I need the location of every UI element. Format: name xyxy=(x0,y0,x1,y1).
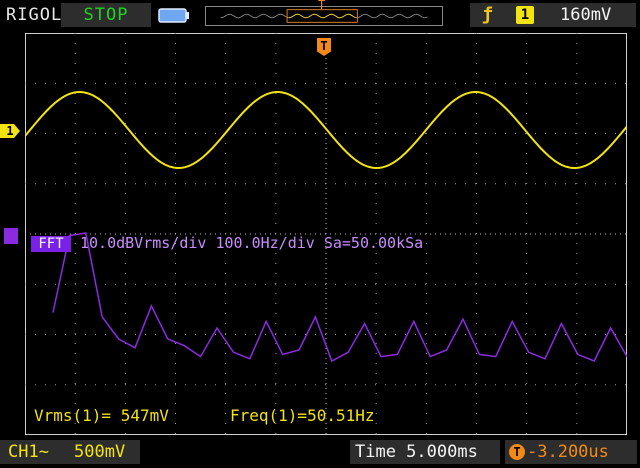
trigger-level: 160mV xyxy=(560,5,612,25)
timebase-value: Time 5.000ms xyxy=(355,442,478,462)
trigger-offset-settings[interactable]: T -3.200us xyxy=(505,440,637,464)
trigger-source-badge: 1 xyxy=(516,6,534,24)
brand-label: RIGOL xyxy=(6,5,63,25)
trigger-offset-value: -3.200us xyxy=(527,442,609,462)
fft-spectrum xyxy=(52,232,627,363)
trigger-position-marker: T xyxy=(318,0,326,12)
run-stop-status[interactable]: STOP xyxy=(61,3,151,27)
rising-edge-icon: ƒ xyxy=(482,4,493,25)
ch1-settings[interactable]: CH1~ 500mV xyxy=(0,440,140,464)
battery-icon xyxy=(158,8,189,23)
timebase-settings[interactable]: Time 5.000ms xyxy=(350,440,500,464)
vrms-measurement: Vrms(1)= 547mV xyxy=(34,406,169,425)
top-status-bar: RIGOL STOP T ƒ 1 160mV xyxy=(0,0,640,30)
math-offset-marker[interactable] xyxy=(4,228,18,244)
trigger-offset-icon: T xyxy=(509,444,525,460)
ch1-offset-marker[interactable]: 1 xyxy=(0,124,20,138)
ch1-scale: 500mV xyxy=(74,442,126,462)
trigger-settings[interactable]: ƒ 1 160mV xyxy=(470,3,636,27)
freq-measurement: Freq(1)=50.51Hz xyxy=(230,406,375,425)
fft-tag: FFT xyxy=(31,236,71,252)
ch1-coupling-label: CH1~ xyxy=(8,442,49,462)
fft-settings-text: 10.0dBVrms/div 100.0Hz/div Sa=50.00kSa xyxy=(80,234,424,252)
